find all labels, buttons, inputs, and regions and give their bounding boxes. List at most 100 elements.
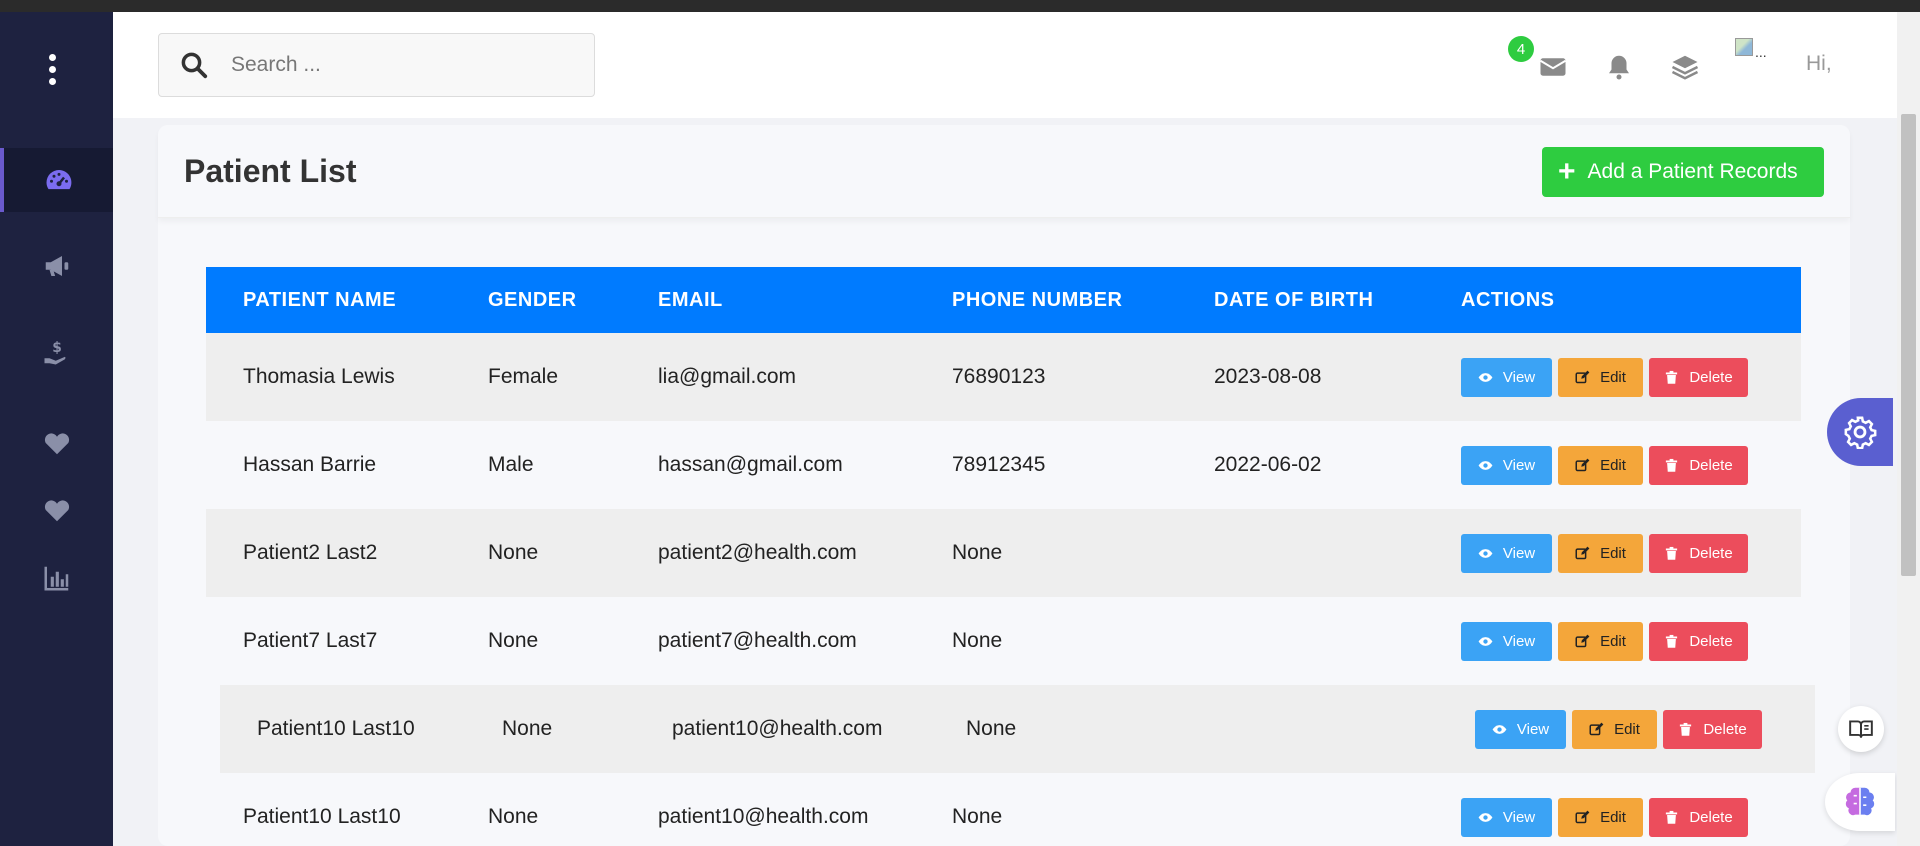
settings-button[interactable] bbox=[1827, 398, 1893, 466]
view-button[interactable]: View bbox=[1461, 358, 1552, 397]
view-button[interactable]: View bbox=[1461, 446, 1552, 485]
bell-icon[interactable] bbox=[1604, 52, 1634, 82]
open-book-icon bbox=[1849, 720, 1873, 738]
edit-button[interactable]: Edit bbox=[1558, 622, 1643, 661]
view-label: View bbox=[1516, 721, 1550, 738]
eye-icon bbox=[1478, 810, 1503, 825]
reader-mode-button[interactable] bbox=[1838, 706, 1884, 752]
user-greeting: Hi, bbox=[1806, 52, 1832, 75]
delete-label: Delete bbox=[1689, 369, 1733, 386]
sidebar-item-health-2[interactable] bbox=[0, 478, 113, 542]
edit-button[interactable]: Edit bbox=[1572, 710, 1657, 749]
view-button[interactable]: View bbox=[1461, 534, 1552, 573]
delete-button[interactable]: Delete bbox=[1649, 534, 1748, 573]
edit-button[interactable]: Edit bbox=[1558, 534, 1643, 573]
edit-label: Edit bbox=[1600, 633, 1626, 650]
col-header-email[interactable]: EMAIL bbox=[658, 289, 723, 312]
search-input[interactable] bbox=[231, 53, 571, 77]
edit-button[interactable]: Edit bbox=[1558, 358, 1643, 397]
layers-icon[interactable] bbox=[1670, 52, 1700, 82]
trash-icon bbox=[1664, 458, 1689, 473]
broken-image-icon bbox=[1735, 38, 1753, 56]
trash-icon bbox=[1664, 546, 1689, 561]
cell-email: patient7@health.com bbox=[658, 629, 857, 652]
trash-icon bbox=[1664, 810, 1689, 825]
cell-gender: Female bbox=[488, 365, 559, 388]
avatar-alt-text: ... bbox=[1755, 44, 1767, 60]
delete-label: Delete bbox=[1689, 457, 1733, 474]
col-header-date-of-birth[interactable]: DATE OF BIRTH bbox=[1214, 289, 1373, 312]
col-header-patient-name[interactable]: PATIENT NAME bbox=[243, 289, 396, 312]
cell-dob: 2023-08-08 bbox=[1214, 365, 1322, 388]
cell-email: patient10@health.com bbox=[672, 717, 883, 740]
cell-phone: None bbox=[966, 717, 1017, 740]
col-header-actions: ACTIONS bbox=[1461, 289, 1555, 311]
view-button[interactable]: View bbox=[1461, 798, 1552, 837]
table-row: Patient2 Last2 None patient2@health.com Non… bbox=[206, 509, 1801, 597]
view-label: View bbox=[1502, 633, 1536, 650]
edit-label: Edit bbox=[1614, 721, 1640, 738]
view-label: View bbox=[1502, 545, 1536, 562]
avatar[interactable]: ... bbox=[1735, 38, 1777, 70]
scrollbar[interactable] bbox=[1897, 12, 1920, 846]
edit-icon bbox=[1575, 458, 1600, 473]
sidebar-item-reports[interactable] bbox=[0, 546, 113, 610]
delete-button[interactable]: Delete bbox=[1649, 622, 1748, 661]
delete-button[interactable]: Delete bbox=[1649, 446, 1748, 485]
trash-icon bbox=[1678, 722, 1703, 737]
trash-icon bbox=[1664, 634, 1689, 649]
view-button[interactable]: View bbox=[1475, 710, 1566, 749]
edit-button[interactable]: Edit bbox=[1558, 446, 1643, 485]
edit-button[interactable]: Edit bbox=[1558, 798, 1643, 837]
sidebar-item-health[interactable] bbox=[0, 411, 113, 475]
cell-gender: None bbox=[488, 629, 539, 652]
cell-phone: 76890123 bbox=[952, 365, 1046, 388]
table-header: PATIENT NAME GENDER EMAIL PHONE NUMBER D… bbox=[206, 267, 1801, 333]
cell-phone: None bbox=[952, 541, 1003, 564]
edit-label: Edit bbox=[1600, 809, 1626, 826]
edit-icon bbox=[1575, 546, 1600, 561]
eye-icon bbox=[1478, 546, 1503, 561]
heart-icon bbox=[44, 433, 69, 455]
table-row: Patient10 Last10 None patient10@health.com… bbox=[220, 685, 1815, 773]
delete-button[interactable]: Delete bbox=[1663, 710, 1762, 749]
scrollbar-thumb[interactable] bbox=[1901, 114, 1916, 576]
cell-gender: None bbox=[488, 541, 539, 564]
ai-assistant-button[interactable] bbox=[1825, 773, 1895, 831]
cell-gender: None bbox=[502, 717, 553, 740]
add-patient-button[interactable]: + Add a Patient Records bbox=[1542, 147, 1824, 197]
edit-icon bbox=[1575, 810, 1600, 825]
svg-text:$: $ bbox=[52, 340, 62, 356]
table-row: Patient7 Last7 None patient7@health.com Non… bbox=[206, 597, 1801, 685]
cell-gender: None bbox=[488, 805, 539, 828]
delete-button[interactable]: Delete bbox=[1649, 798, 1748, 837]
sidebar: $ bbox=[0, 12, 113, 846]
envelope-icon[interactable] bbox=[1538, 52, 1568, 82]
card-header: Patient List + Add a Patient Records bbox=[158, 125, 1850, 218]
trash-icon bbox=[1664, 370, 1689, 385]
bar-chart-icon bbox=[44, 566, 68, 591]
cell-name: Patient10 Last10 bbox=[257, 717, 415, 740]
sidebar-item-payments[interactable]: $ bbox=[0, 320, 113, 384]
sidebar-item-announcements[interactable] bbox=[0, 234, 113, 298]
browser-chrome-bar bbox=[0, 0, 1920, 12]
col-header-phone-number[interactable]: PHONE NUMBER bbox=[952, 289, 1122, 312]
search-icon[interactable] bbox=[179, 50, 209, 80]
col-header-gender[interactable]: GENDER bbox=[488, 289, 577, 312]
delete-label: Delete bbox=[1689, 809, 1733, 826]
delete-button[interactable]: Delete bbox=[1649, 358, 1748, 397]
gear-icon bbox=[1844, 416, 1877, 449]
heart-icon bbox=[44, 500, 69, 522]
cell-phone: 78912345 bbox=[952, 453, 1046, 476]
edit-icon bbox=[1589, 722, 1614, 737]
edit-label: Edit bbox=[1600, 545, 1626, 562]
menu-toggle-button[interactable] bbox=[40, 52, 65, 92]
cell-name: Patient2 Last2 bbox=[243, 541, 378, 564]
cell-email: patient2@health.com bbox=[658, 541, 857, 564]
eye-icon bbox=[1492, 722, 1517, 737]
table-row: Patient10 Last10 None patient10@health.com… bbox=[206, 773, 1801, 846]
plus-icon: + bbox=[1558, 155, 1576, 188]
sidebar-item-dashboard[interactable] bbox=[0, 148, 113, 212]
view-button[interactable]: View bbox=[1461, 622, 1552, 661]
page-title: Patient List bbox=[184, 153, 357, 189]
